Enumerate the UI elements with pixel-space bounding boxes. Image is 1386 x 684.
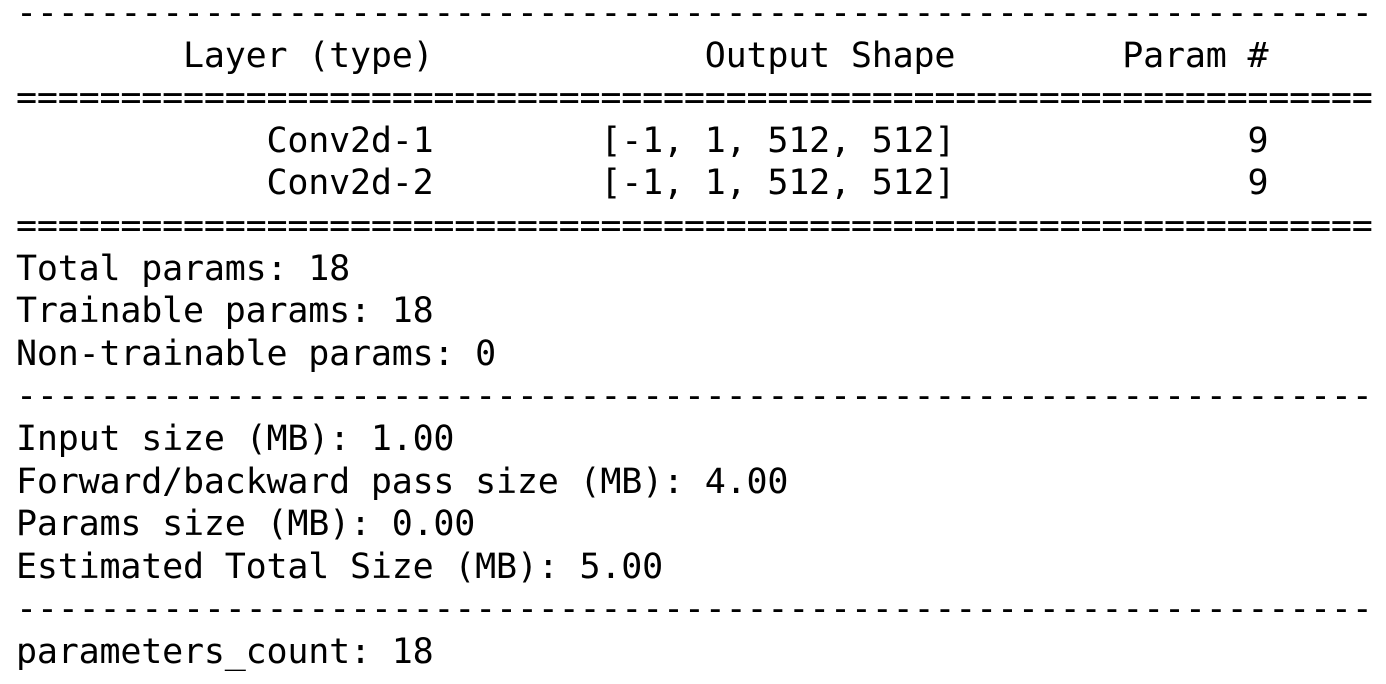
model-summary-output: ----------------------------------------… xyxy=(16,0,1373,674)
param-count-cell: 9 xyxy=(955,163,1269,204)
param-count-cell: 9 xyxy=(955,120,1269,161)
header-output-shape: Output Shape xyxy=(433,35,956,76)
parameters-count: parameters_count: 18 xyxy=(16,631,434,672)
trainable-params: Trainable params: 18 xyxy=(16,291,434,332)
total-params: Total params: 18 xyxy=(16,248,350,289)
equals-separator-header: ========================================… xyxy=(16,78,1373,119)
dash-separator-top: ----------------------------------------… xyxy=(16,0,1373,33)
table-row: Conv2d-1 [-1, 1, 512, 512] 9 xyxy=(16,120,1373,163)
header-layer-type: Layer (type) xyxy=(16,35,434,76)
output-shape-cell: [-1, 1, 512, 512] xyxy=(433,120,956,161)
table-row: Conv2d-2 [-1, 1, 512, 512] 9 xyxy=(16,162,1373,205)
non-trainable-params: Non-trainable params: 0 xyxy=(16,333,497,374)
dash-separator-params: ----------------------------------------… xyxy=(16,376,1373,417)
layer-name-cell: Conv2d-1 xyxy=(16,120,434,161)
layer-name-cell: Conv2d-2 xyxy=(16,163,434,204)
estimated-total-size: Estimated Total Size (MB): 5.00 xyxy=(16,546,664,587)
params-size: Params size (MB): 0.00 xyxy=(16,504,476,545)
dash-separator-sizes: ----------------------------------------… xyxy=(16,589,1373,630)
output-shape-cell: [-1, 1, 512, 512] xyxy=(433,163,956,204)
table-header-row: Layer (type) Output Shape Param # xyxy=(16,35,1373,78)
equals-separator-body: ========================================… xyxy=(16,205,1373,246)
forward-backward-size: Forward/backward pass size (MB): 4.00 xyxy=(16,461,789,502)
input-size: Input size (MB): 1.00 xyxy=(16,418,455,459)
header-param-count: Param # xyxy=(955,35,1269,76)
